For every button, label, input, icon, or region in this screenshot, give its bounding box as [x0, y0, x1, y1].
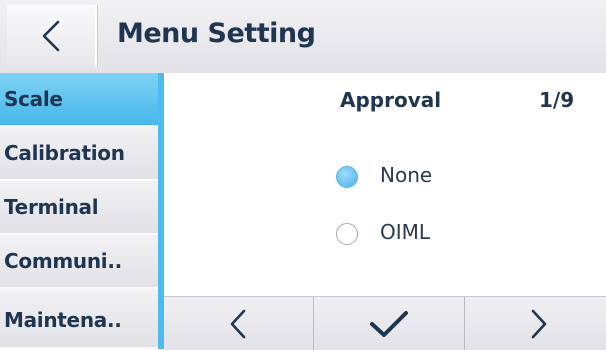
previous-page-button[interactable]	[164, 297, 313, 350]
page-title: Menu Setting	[117, 18, 316, 49]
radio-selected-icon[interactable]	[336, 166, 358, 188]
header-bar: Menu Setting	[0, 0, 606, 74]
sidebar-item-maintenance[interactable]: Maintena..	[0, 289, 158, 349]
confirm-button[interactable]	[314, 297, 464, 350]
sidebar-item-calibration[interactable]: Calibration	[0, 127, 158, 181]
next-page-button[interactable]	[465, 297, 606, 350]
page-indicator: 1/9	[539, 88, 575, 112]
sidebar-item-label: Maintena..	[4, 308, 122, 332]
section-title: Approval	[340, 88, 442, 112]
back-button[interactable]	[7, 5, 97, 67]
chevron-right-icon	[531, 309, 547, 339]
sidebar-item-scale[interactable]: Scale	[0, 73, 158, 127]
checkmark-icon	[370, 311, 408, 337]
option-label: None	[380, 163, 433, 187]
sidebar-item-label: Terminal	[4, 195, 99, 219]
sidebar-item-label: Communi..	[4, 249, 122, 273]
sidebar-item-communication[interactable]: Communi..	[0, 235, 158, 289]
option-oiml[interactable]: OIML	[336, 220, 536, 250]
sidebar-item-label: Calibration	[4, 141, 125, 165]
option-none[interactable]: None	[336, 163, 536, 193]
sidebar: Scale Calibration Terminal Communi.. Mai…	[0, 73, 158, 349]
chevron-left-icon	[42, 20, 60, 52]
settings-panel: Approval 1/9 None OIML	[164, 73, 606, 296]
sidebar-item-terminal[interactable]: Terminal	[0, 181, 158, 235]
option-label: OIML	[380, 220, 431, 244]
radio-unselected-icon[interactable]	[336, 223, 358, 245]
sidebar-item-label: Scale	[4, 87, 63, 111]
menu-setting-screen: Menu Setting Scale Calibration Terminal …	[0, 0, 606, 350]
chevron-left-icon	[230, 309, 246, 339]
bottom-nav-bar	[164, 296, 606, 350]
